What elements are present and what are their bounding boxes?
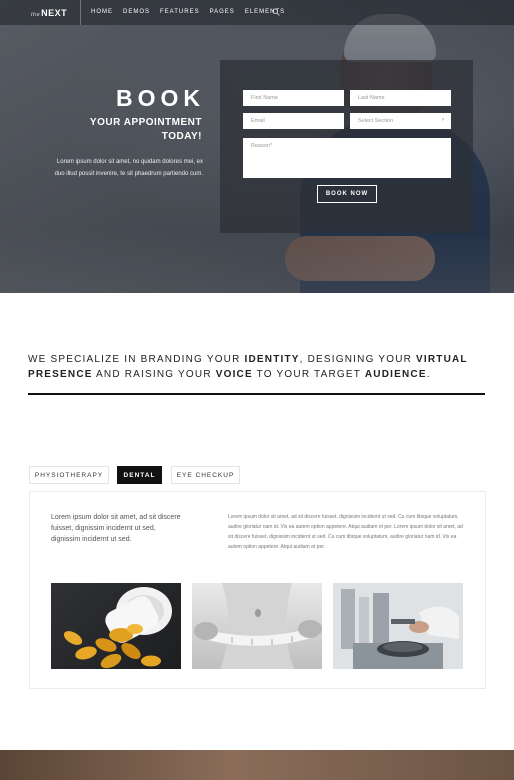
statement-divider [28,393,485,395]
hero-title: BOOK [116,85,205,111]
top-navigation: theNEXT HOME DEMOS FEATURES PAGES ELEMEN… [0,0,514,25]
nav-item-home[interactable]: HOME [91,9,113,15]
statement-bold-audience: AUDIENCE [364,369,427,380]
hero-subtitle: YOUR APPOINTMENT TODAY! [60,116,202,144]
hero-subtitle-line1: YOUR APPOINTMENT [89,117,202,128]
chevron-right-icon: › [442,117,444,123]
statement-part3: AND RAISING YOUR [92,369,216,380]
nav-divider [80,0,81,25]
nav-menu: HOME DEMOS FEATURES PAGES ELEMENTS [91,9,285,15]
pill-bottle-image [51,583,181,669]
logo-main: NEXT [41,8,68,18]
tab-body-text: Lorem ipsum dolor sit amet, ad sit disce… [228,514,463,550]
lab-equipment-image [333,583,463,669]
statement-bold-voice: VOICE [215,369,253,380]
statement-part2: , DESIGNING YOUR [299,354,417,365]
statement-part4: TO YOUR TARGET [252,369,365,380]
email-field[interactable]: Email [243,113,344,129]
tab-physiotherapy[interactable]: PHYSIOTHERAPY [29,466,109,484]
waist-measure-image [192,583,322,669]
hero-description: Lorem ipsum dolor sit amet, no quidam do… [54,159,203,177]
statement-part1: WE SPECIALIZE IN BRANDING YOUR [28,354,245,365]
tab-lead-text: Lorem ipsum dolor sit amet, ad sit disce… [51,514,181,543]
section-select-value: Select Section [358,118,394,124]
logo-prefix: the [31,12,41,18]
site-logo[interactable]: theNEXT [31,8,67,18]
book-now-button[interactable]: BOOK NOW [317,185,377,203]
statement-part5: . [426,369,431,380]
hero-subtitle-line2: TODAY! [161,131,202,142]
tab-eye-checkup[interactable]: EYE CHECKUP [171,466,240,484]
search-icon[interactable] [272,8,280,16]
first-name-field[interactable]: First Name [243,90,344,106]
tab-dental[interactable]: DENTAL [117,466,162,484]
last-name-field[interactable]: Last Name [350,90,451,106]
section-select[interactable]: Select Section › [350,113,451,129]
statement-bold-identity: IDENTITY [244,354,300,365]
specialize-statement: WE SPECIALIZE IN BRANDING YOUR IDENTITY,… [28,352,488,382]
nav-item-features[interactable]: FEATURES [160,9,200,15]
nav-item-demos[interactable]: DEMOS [123,9,150,15]
next-section-image [0,750,514,780]
reason-field[interactable]: Reason* [243,138,451,178]
nav-item-pages[interactable]: PAGES [210,9,235,15]
